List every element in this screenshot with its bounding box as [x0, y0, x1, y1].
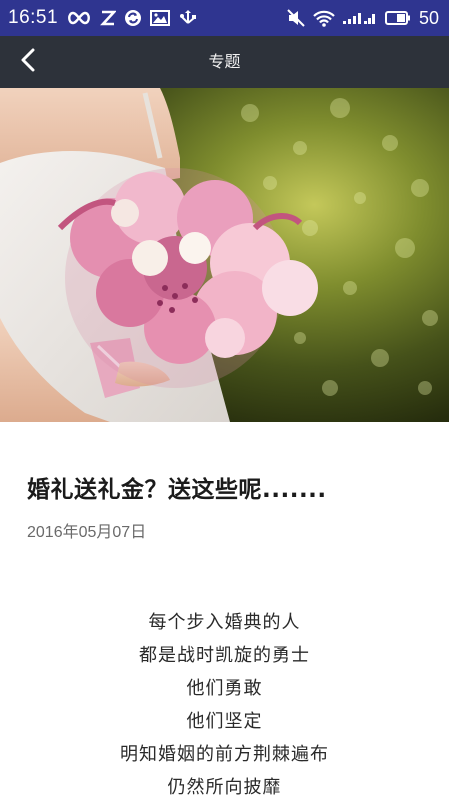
- poem-line: 他们勇敢: [186, 678, 263, 699]
- usb-icon: [178, 10, 198, 26]
- image-icon: [150, 10, 171, 26]
- article-date: 2016年05月07日: [27, 524, 147, 541]
- signal-icon: [342, 10, 377, 26]
- sync-icon: [124, 9, 142, 27]
- battery-icon: [384, 11, 411, 25]
- bride-bouquet-illustration: [0, 88, 449, 422]
- article-title: 婚礼送礼金？送这些呢.......: [27, 477, 327, 503]
- back-button[interactable]: [10, 46, 46, 78]
- page-title: 专题: [208, 52, 241, 71]
- status-bar-right: 50: [287, 8, 439, 29]
- z-app-icon: [100, 10, 117, 26]
- mute-icon: [287, 9, 305, 27]
- hero-image: [0, 88, 449, 422]
- infinity-icon: [66, 11, 92, 25]
- poem-line: 仍然所向披靡: [167, 777, 282, 797]
- status-bar-left: 16:51: [8, 7, 198, 29]
- poem-line: 都是战时凯旋的勇士: [139, 645, 310, 666]
- status-time: 16:51: [8, 7, 59, 28]
- battery-level: 50: [418, 7, 439, 28]
- poem-line: 他们坚定: [186, 711, 263, 732]
- poem-line: 每个步入婚典的人: [148, 612, 301, 633]
- poem-line: 明知婚姻的前方荆棘遍布: [120, 744, 329, 765]
- status-bar: 16:51 50: [0, 0, 449, 36]
- wifi-icon: [313, 10, 335, 27]
- nav-bar: 专题: [0, 36, 449, 88]
- article-body-poem: 每个步入婚典的人 都是战时凯旋的勇士 他们勇敢 他们坚定 明知婚姻的前方荆棘遍布…: [0, 606, 449, 797]
- chevron-left-icon: [20, 48, 36, 76]
